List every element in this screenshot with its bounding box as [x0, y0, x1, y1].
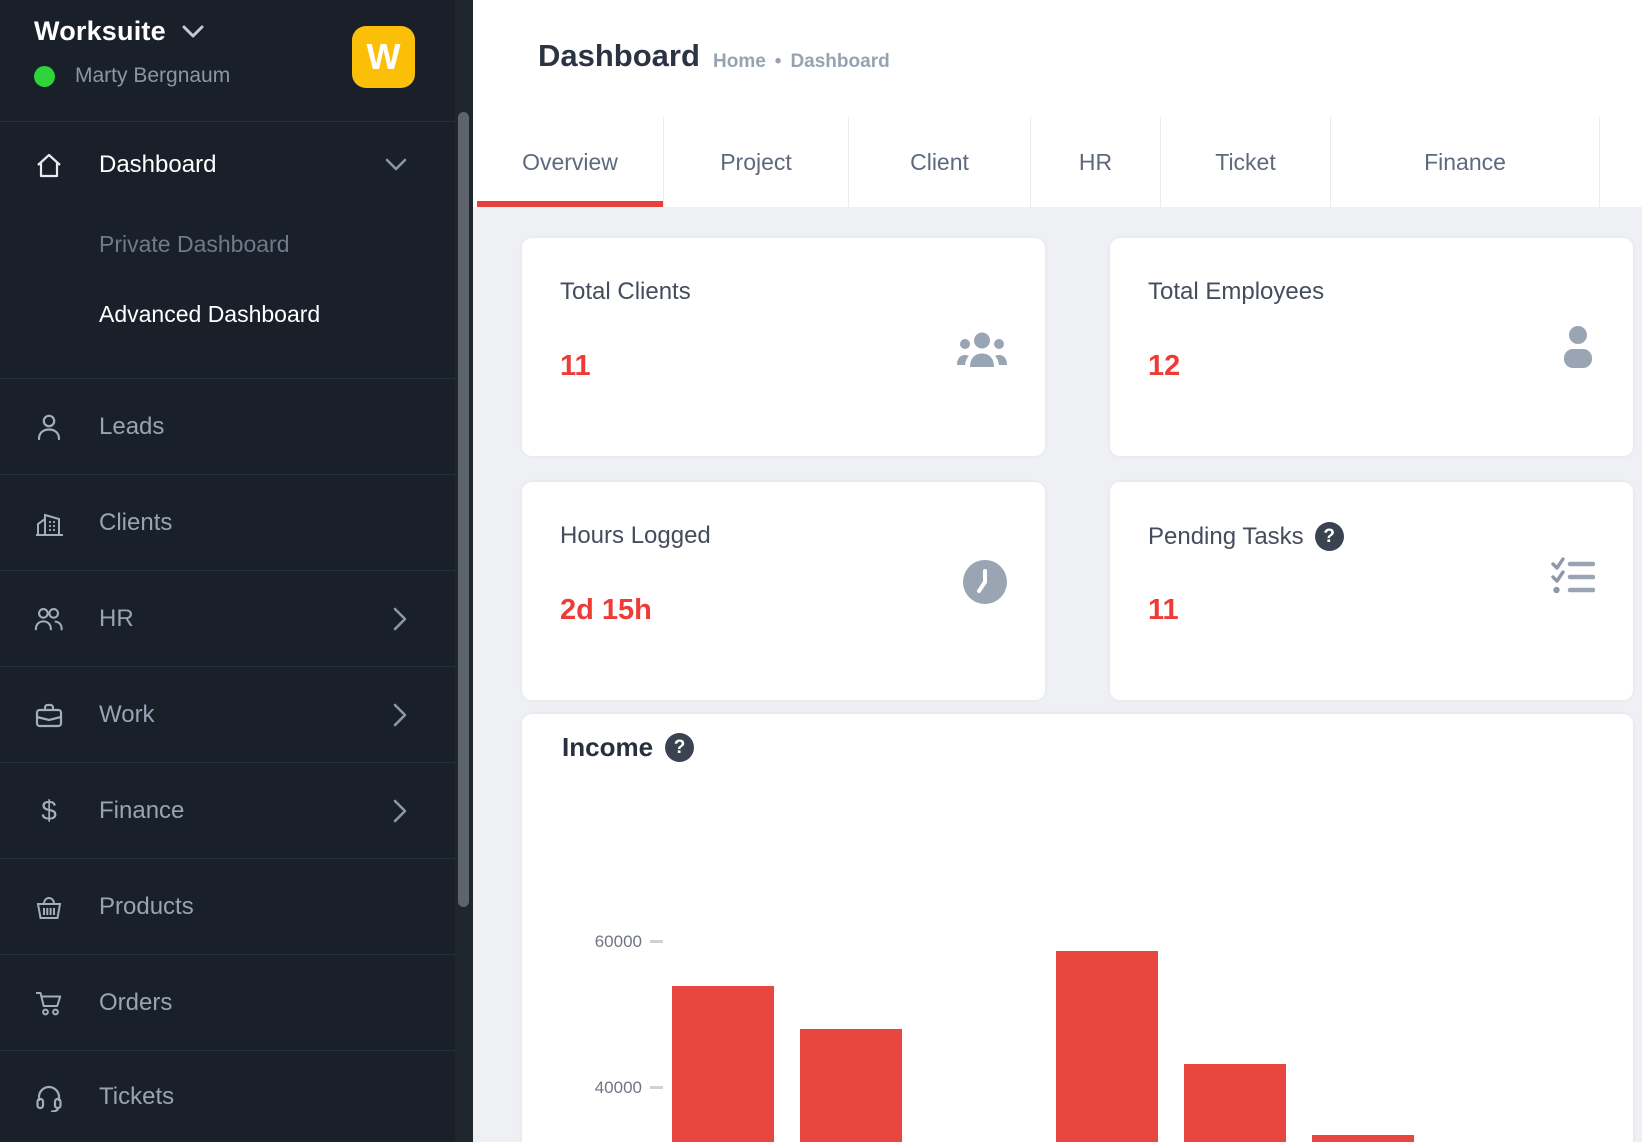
sidebar-item-tickets[interactable]: Tickets: [0, 1050, 455, 1142]
chevron-right-icon: [393, 799, 407, 823]
sidebar-item-advanced-dashboard[interactable]: Advanced Dashboard: [0, 284, 455, 344]
building-icon: [34, 508, 64, 538]
page-header: Dashboard Home • Dashboard: [473, 0, 1642, 118]
breadcrumb-home[interactable]: Home: [713, 51, 766, 73]
briefcase-icon: [34, 701, 64, 729]
y-axis-tick-label: 60000: [532, 932, 642, 952]
sidebar-item-dashboard[interactable]: Dashboard: [0, 125, 455, 205]
user-name: Marty Bergnaum: [75, 64, 230, 88]
income-bar[interactable]: [1056, 951, 1158, 1142]
y-axis-tick-mark: [650, 940, 663, 943]
tab-partial[interactable]: [1599, 117, 1642, 207]
worksuite-app: Worksuite Marty Bergnaum W Dashboard: [0, 0, 1642, 1142]
pending-tasks-card[interactable]: Pending Tasks ? 11: [1110, 482, 1633, 700]
sidebar-item-hr[interactable]: HR: [0, 570, 455, 667]
tab-overview[interactable]: Overview: [477, 117, 663, 207]
tab-label: Client: [910, 149, 969, 176]
users-group-icon: [957, 331, 1007, 369]
sidebar-item-label: Orders: [99, 989, 172, 1017]
sidebar-item-label: Dashboard: [99, 151, 216, 179]
income-bar-plot: 60000 40000: [522, 714, 1633, 1142]
tab-finance[interactable]: Finance: [1330, 117, 1599, 207]
hours-logged-card[interactable]: Hours Logged 2d 15h: [522, 482, 1045, 700]
cart-icon: [34, 989, 64, 1017]
chevron-right-icon: [393, 607, 407, 631]
task-list-icon: [1551, 555, 1595, 599]
sidebar-item-label: Finance: [99, 797, 184, 825]
online-status-dot: [34, 66, 55, 87]
headset-icon: [34, 1082, 64, 1112]
tab-label: Finance: [1424, 149, 1506, 176]
pending-tasks-value: 11: [1148, 594, 1179, 627]
breadcrumb-current: Dashboard: [790, 51, 889, 73]
tab-label: Overview: [522, 149, 618, 176]
tab-hr[interactable]: HR: [1030, 117, 1160, 207]
sidebar-item-work[interactable]: Work: [0, 666, 455, 763]
basket-icon: [34, 893, 64, 921]
app-logo-letter: W: [367, 36, 401, 78]
app-logo[interactable]: W: [352, 26, 415, 88]
chevron-down-icon: [385, 158, 407, 172]
tab-label: Ticket: [1215, 149, 1276, 176]
tab-label: Project: [720, 149, 792, 176]
income-bar[interactable]: [1184, 1064, 1286, 1142]
tab-ticket[interactable]: Ticket: [1160, 117, 1330, 207]
dashboard-tabbar: Overview Project Client HR Ticket Financ…: [473, 117, 1642, 207]
income-chart-card: Income ? 60000 40000: [522, 714, 1633, 1142]
income-bar[interactable]: [800, 1029, 902, 1142]
clock-icon: [963, 560, 1007, 604]
tab-label: HR: [1079, 149, 1112, 176]
card-title: Total Employees: [1148, 278, 1324, 306]
sidebar-item-label: Work: [99, 701, 155, 729]
sidebar-item-label: Tickets: [99, 1083, 174, 1111]
sidebar-item-label: Leads: [99, 413, 164, 441]
sidebar-subitem-label: Private Dashboard: [99, 231, 290, 258]
workspace-switcher[interactable]: Worksuite: [34, 16, 204, 47]
card-title: Pending Tasks: [1148, 523, 1304, 551]
home-icon: [34, 151, 64, 179]
person-filled-icon: [1561, 325, 1595, 369]
tab-project[interactable]: Project: [663, 117, 848, 207]
sidebar-item-label: HR: [99, 605, 134, 633]
total-employees-card[interactable]: Total Employees 12: [1110, 238, 1633, 456]
people-icon: [34, 605, 64, 633]
help-icon[interactable]: ?: [1315, 522, 1344, 551]
brand-name: Worksuite: [34, 16, 166, 47]
sidebar-subitem-label: Advanced Dashboard: [99, 301, 320, 328]
card-title: Hours Logged: [560, 522, 711, 550]
sidebar-scrollbar-track: [455, 0, 473, 1142]
sidebar-item-private-dashboard[interactable]: Private Dashboard: [0, 214, 455, 274]
y-axis-tick-label: 40000: [532, 1078, 642, 1098]
y-axis-tick-mark: [650, 1086, 663, 1089]
breadcrumb-separator: •: [775, 51, 782, 73]
sidebar-scrollbar-thumb[interactable]: [458, 112, 469, 907]
income-bar[interactable]: [672, 986, 774, 1142]
current-user[interactable]: Marty Bergnaum: [34, 64, 230, 88]
main-area: Dashboard Home • Dashboard Overview Proj…: [473, 0, 1642, 1142]
tab-client[interactable]: Client: [848, 117, 1030, 207]
total-clients-card[interactable]: Total Clients 11: [522, 238, 1045, 456]
sidebar-item-products[interactable]: Products: [0, 858, 455, 955]
dollar-icon: $: [34, 795, 64, 827]
sidebar-item-finance[interactable]: $ Finance: [0, 762, 455, 859]
person-icon: [34, 413, 64, 441]
card-title: Total Clients: [560, 278, 691, 306]
chevron-right-icon: [393, 703, 407, 727]
page-title: Dashboard: [538, 38, 700, 74]
sidebar-item-orders[interactable]: Orders: [0, 954, 455, 1051]
sidebar-item-leads[interactable]: Leads: [0, 378, 455, 475]
sidebar-item-clients[interactable]: Clients: [0, 474, 455, 571]
overview-content: Total Clients 11 Total Employees 12 Hour…: [473, 207, 1642, 1142]
sidebar-header: Worksuite Marty Bergnaum W: [0, 0, 455, 122]
sidebar-item-label: Clients: [99, 509, 172, 537]
income-bar[interactable]: [1312, 1135, 1414, 1142]
sidebar: Worksuite Marty Bergnaum W Dashboard: [0, 0, 473, 1142]
breadcrumb: Home • Dashboard: [713, 51, 890, 73]
chevron-down-icon: [182, 25, 204, 39]
total-employees-value: 12: [1148, 350, 1180, 383]
sidebar-item-label: Products: [99, 893, 194, 921]
total-clients-value: 11: [560, 350, 591, 383]
hours-logged-value: 2d 15h: [560, 594, 652, 627]
